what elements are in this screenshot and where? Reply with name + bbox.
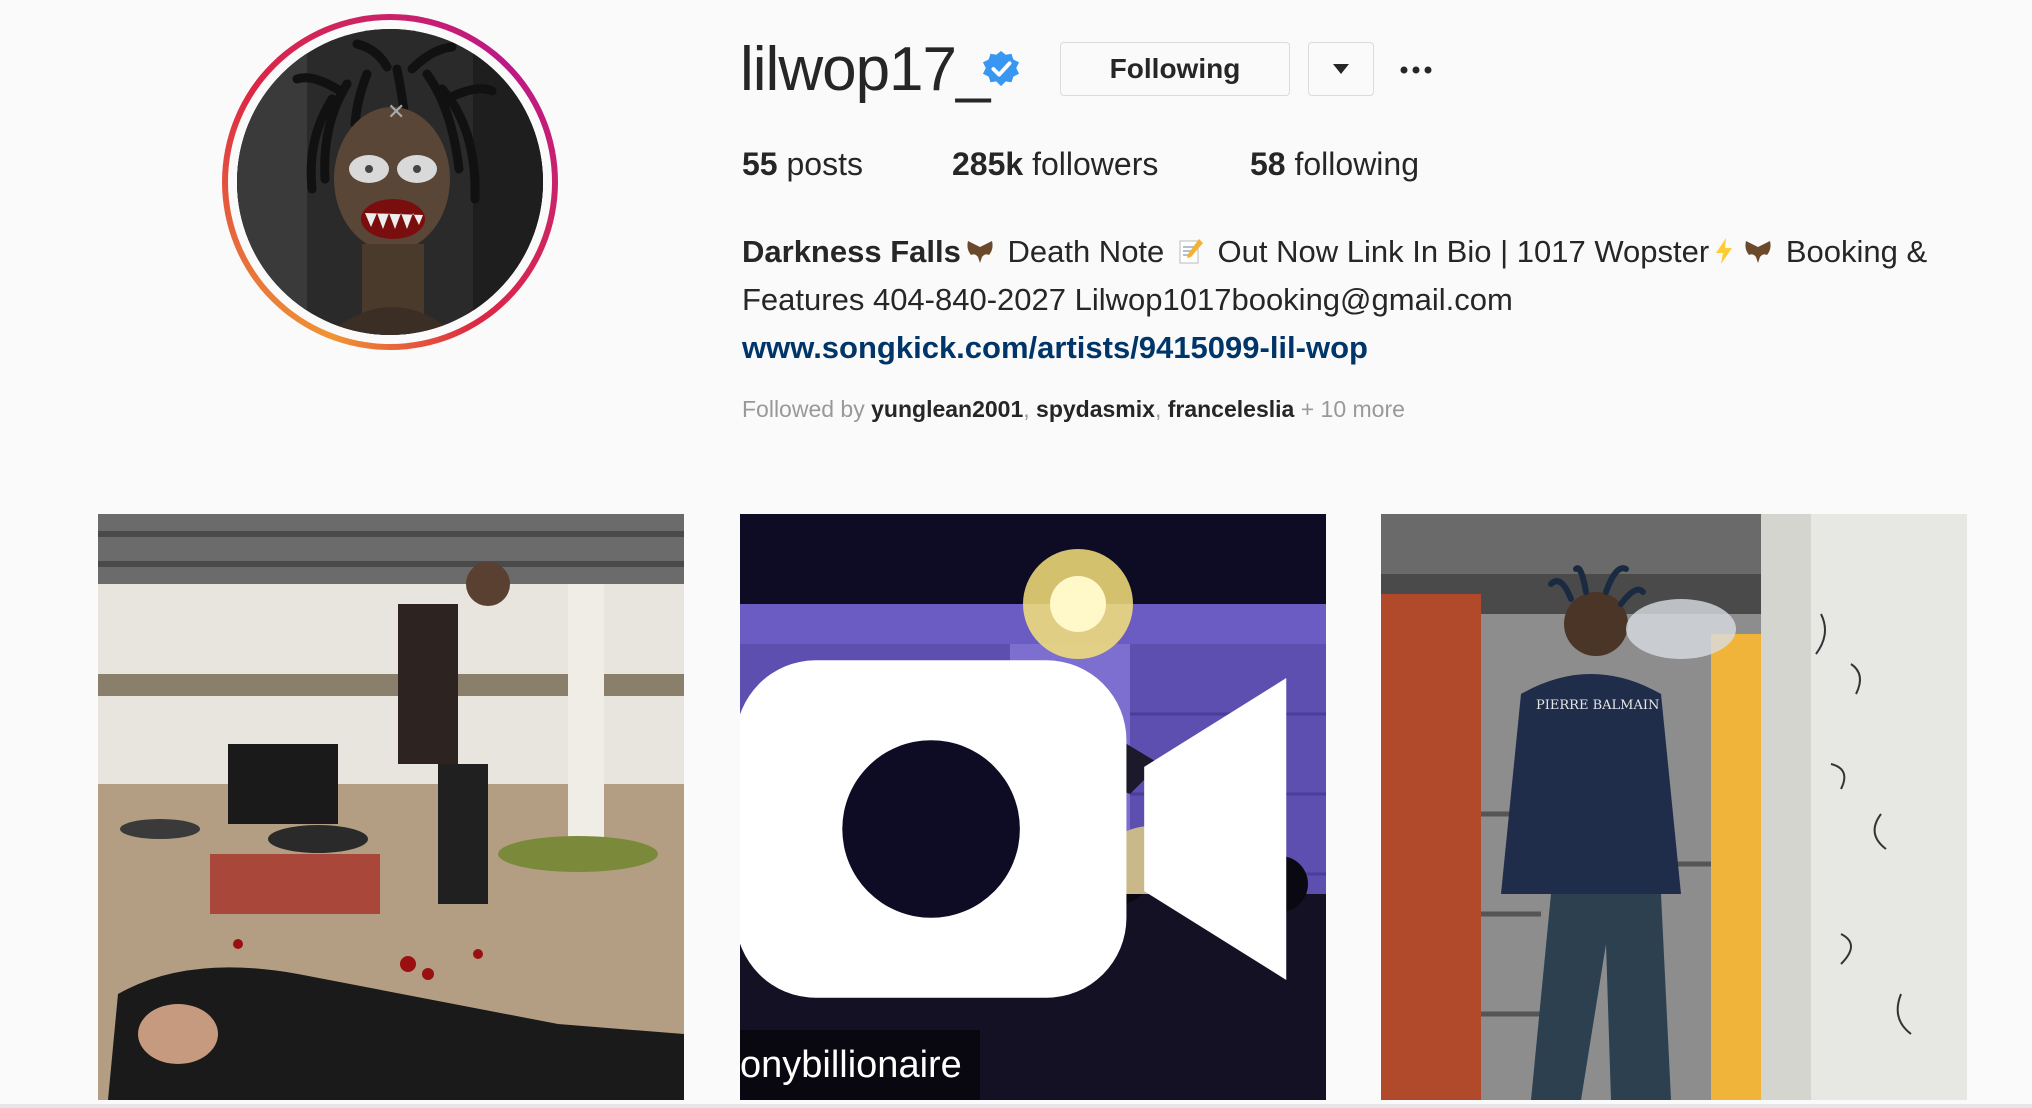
posts-stat: 55 posts — [742, 146, 863, 183]
post-image: PIERRE BALMAIN — [1381, 514, 1967, 1100]
verified-badge-icon — [982, 50, 1020, 87]
followers-count: 285k — [952, 146, 1024, 182]
following-button[interactable]: Following — [1060, 42, 1290, 96]
shirt-text: PIERRE BALMAIN — [1536, 698, 1659, 713]
profile-full-name: Darkness Falls — [742, 234, 961, 269]
following-stat[interactable]: 58 following — [1250, 146, 1419, 183]
more-options-icon — [1400, 66, 1432, 74]
svg-text:✕: ✕ — [387, 100, 405, 125]
bio-text-2: Out Now Link In Bio | 1017 Wopster — [1208, 234, 1710, 269]
following-count: 58 — [1250, 146, 1286, 182]
followed-by: Followed by yunglean2001, spydasmix, fra… — [742, 396, 1405, 422]
story-ring[interactable]: ✕ — [222, 14, 558, 350]
bio-text-1: Death Note — [998, 234, 1173, 269]
more-options-button[interactable] — [1396, 50, 1436, 90]
followed-by-prefix: Followed by — [742, 396, 872, 422]
bio-link[interactable]: www.songkick.com/artists/9415099-lil-wop — [742, 324, 1992, 372]
followers-label: followers — [1023, 146, 1159, 182]
followed-by-user[interactable]: franceleslia — [1168, 396, 1295, 422]
memo-icon — [1179, 239, 1203, 264]
post-thumbnail[interactable]: PIERRE BALMAIN — [1381, 514, 1967, 1100]
lightning-icon — [1716, 238, 1733, 264]
bat-icon — [967, 241, 993, 263]
video-camera-icon — [740, 660, 1287, 998]
posts-label: posts — [777, 146, 863, 182]
followers-stat[interactable]: 285k followers — [952, 146, 1158, 183]
post-thumbnail[interactable]: onybillionaire — [740, 514, 1326, 1100]
following-label: following — [1285, 146, 1419, 182]
post-thumbnail[interactable] — [98, 514, 684, 1100]
followed-by-more[interactable]: + 10 more — [1294, 396, 1405, 422]
video-watermark: onybillionaire — [740, 1030, 980, 1100]
avatar-gap: ✕ — [228, 20, 552, 344]
profile-username: lilwop17_ — [740, 35, 991, 104]
bat-icon — [1745, 241, 1771, 263]
post-image — [98, 514, 684, 1100]
suggestions-dropdown-button[interactable] — [1308, 42, 1374, 96]
profile-bio: Darkness Falls Death Note Out Now Link I… — [742, 228, 1992, 372]
bottom-divider — [0, 1104, 2032, 1108]
caret-down-icon — [1333, 64, 1349, 74]
posts-count: 55 — [742, 146, 778, 182]
avatar[interactable]: ✕ — [237, 29, 543, 335]
followed-by-user[interactable]: spydasmix — [1036, 396, 1155, 422]
followed-by-user[interactable]: yunglean2001 — [871, 396, 1023, 422]
